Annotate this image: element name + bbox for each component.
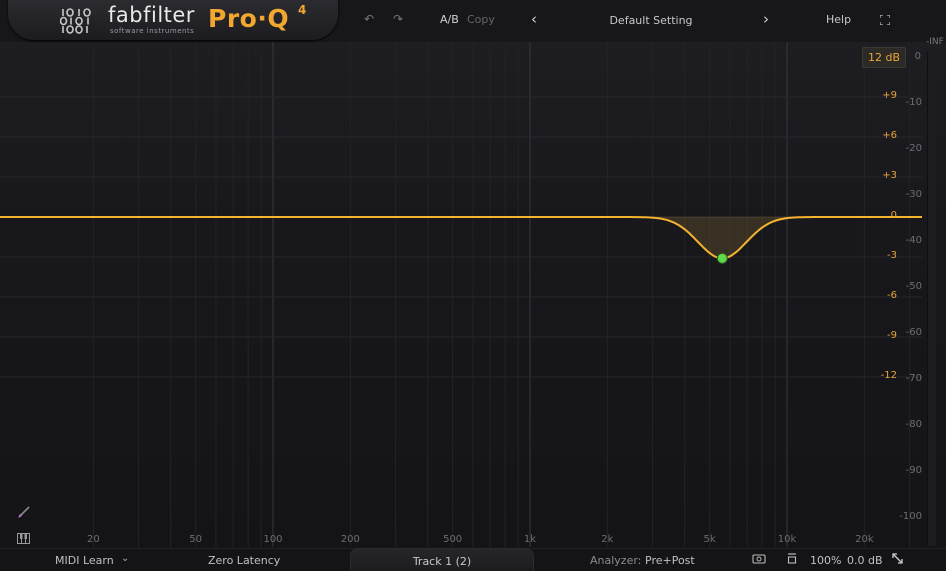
- band-1-node[interactable]: [716, 252, 728, 264]
- zoom-value[interactable]: 100%: [810, 554, 841, 567]
- analyzer-tick-label: -100: [899, 511, 922, 522]
- analyzer-label: Analyzer:: [590, 554, 642, 567]
- brush-icon[interactable]: [17, 505, 31, 519]
- analyzer-tick-label: -20: [905, 143, 922, 154]
- output-gain-value[interactable]: 0.0 dB: [847, 554, 883, 567]
- frequency-tick-label: 100: [263, 534, 283, 545]
- db-tick-label: -6: [887, 289, 897, 301]
- analyzer-mode-button[interactable]: Pre+Post: [645, 554, 695, 567]
- output-level-meter: [927, 52, 936, 546]
- header-bar: fabfilter software instruments Pro·Q 4 ↶…: [0, 0, 946, 42]
- brand-subtitle: software instruments: [110, 27, 195, 35]
- db-tick-label: 0: [890, 210, 897, 221]
- product-name: Pro·Q: [208, 4, 290, 33]
- ab-compare-button[interactable]: A/B: [440, 13, 459, 26]
- frequency-tick-label: 500: [443, 534, 463, 545]
- undo-icon[interactable]: ↶: [364, 12, 374, 26]
- analyzer-tick-label: -60: [905, 327, 922, 338]
- fabfilter-logo-icon: [60, 8, 91, 34]
- brand-name: fabfilter: [108, 3, 195, 27]
- latency-mode-button[interactable]: Zero Latency: [208, 554, 280, 567]
- frequency-tick-label: 20: [86, 534, 100, 545]
- track-name: Track 1 (2): [412, 555, 472, 568]
- db-tick-label: +6: [882, 130, 897, 142]
- analyzer-tick-label: -30: [905, 189, 922, 200]
- db-tick-label: +3: [882, 170, 897, 181]
- analyzer-tick-label: -40: [905, 235, 922, 246]
- analyzer-tick-label: 0: [914, 51, 921, 62]
- fullscreen-icon[interactable]: [880, 15, 890, 25]
- copy-button[interactable]: Copy: [467, 13, 495, 26]
- resize-icon[interactable]: [891, 552, 904, 565]
- snapshot-icon[interactable]: [752, 553, 766, 564]
- frequency-tick-label: 1k: [523, 534, 537, 545]
- chevron-left-icon[interactable]: ‹: [531, 10, 537, 28]
- frequency-tick-label: 200: [340, 534, 360, 545]
- collapse-icon[interactable]: [787, 553, 797, 564]
- analyzer-tick-label: -90: [905, 465, 922, 476]
- db-tick-label: +9: [882, 90, 897, 102]
- fabfilter-proq4-window: fabfilter software instruments Pro·Q 4 ↶…: [0, 0, 946, 571]
- redo-icon[interactable]: ↷: [393, 12, 403, 26]
- frequency-tick-label: 20k: [855, 534, 874, 545]
- eq-graph[interactable]: [0, 42, 922, 547]
- piano-icon[interactable]: [17, 533, 30, 544]
- meter-peak-label: -INF: [926, 37, 944, 47]
- analyzer-tick-label: -50: [905, 281, 922, 292]
- analyzer-tick-label: -80: [905, 419, 922, 430]
- frequency-tick-label: 10k: [777, 534, 797, 545]
- chevron-down-icon[interactable]: ⌄: [121, 553, 129, 564]
- db-tick-label: -9: [887, 329, 897, 341]
- frequency-tick-label: 2k: [601, 534, 614, 545]
- frequency-tick-label: 50: [189, 534, 202, 545]
- product-version: 4: [298, 3, 307, 17]
- analyzer-tick-label: -10: [905, 97, 922, 108]
- midi-learn-button[interactable]: MIDI Learn: [55, 554, 114, 567]
- db-tick-label: -3: [887, 249, 897, 261]
- grid-lines: [0, 42, 922, 547]
- frequency-tick-label: 5k: [703, 534, 716, 545]
- chevron-right-icon[interactable]: ›: [763, 10, 769, 28]
- help-button[interactable]: Help: [826, 13, 851, 26]
- db-tick-label: -12: [880, 369, 897, 381]
- eq-display[interactable]: [0, 42, 922, 547]
- analyzer-tick-label: -70: [905, 373, 922, 384]
- preset-name[interactable]: Default Setting: [580, 14, 722, 27]
- track-tab[interactable]: Track 1 (2): [350, 548, 534, 571]
